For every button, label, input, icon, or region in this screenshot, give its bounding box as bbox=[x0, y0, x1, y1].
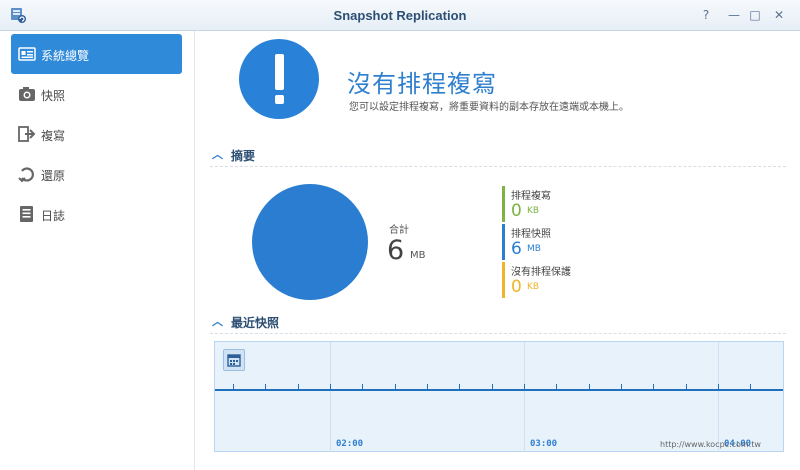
log-icon bbox=[20, 206, 33, 222]
watermark: http://www.kocpc.com.tw bbox=[660, 440, 761, 449]
timeline-gridline bbox=[524, 342, 525, 452]
usage-pie-chart bbox=[252, 184, 368, 300]
replication-icon bbox=[18, 126, 36, 142]
snapshot-timeline[interactable]: 02:00 03:00 04:00 bbox=[214, 341, 784, 452]
timeline-tick bbox=[395, 384, 396, 389]
recent-snapshots-section-header[interactable]: ︿ 最近快照 bbox=[210, 312, 786, 334]
total-unit: MB bbox=[410, 250, 426, 261]
sidebar-item-restore[interactable]: 還原 bbox=[11, 154, 182, 194]
timeline-tick bbox=[556, 384, 557, 389]
summary-section-header[interactable]: ︿ 摘要 bbox=[210, 145, 786, 167]
legend-unit: KB bbox=[527, 206, 540, 216]
window-titlebar: Snapshot Replication ? — □ ✕ bbox=[0, 0, 800, 31]
chevron-up-icon: ︿ bbox=[212, 148, 223, 161]
timeline-tick bbox=[427, 384, 428, 389]
restore-icon bbox=[18, 167, 34, 183]
total-label: 合計 bbox=[389, 225, 409, 236]
maximize-button[interactable]: □ bbox=[747, 7, 763, 23]
timeline-tick bbox=[330, 384, 331, 389]
legend-unit: KB bbox=[527, 282, 540, 292]
legend-unit: MB bbox=[527, 244, 541, 254]
legend-scheduled-replication: 排程複寫 0 KB bbox=[502, 186, 622, 222]
legend-value: 6 bbox=[511, 239, 522, 259]
timeline-tick bbox=[233, 384, 234, 389]
minimize-button[interactable]: — bbox=[726, 7, 742, 23]
sidebar: 系統總覽 快照 複寫 還原 日誌 bbox=[0, 31, 195, 470]
timeline-axis bbox=[215, 389, 783, 391]
sidebar-item-replication[interactable]: 複寫 bbox=[11, 114, 182, 154]
main-panel: 沒有排程複寫 您可以設定排程複寫，將重要資料的副本存放在遠端或本機上。 ︿ 摘要… bbox=[196, 31, 800, 470]
timeline-time-label: 02:00 bbox=[336, 439, 364, 449]
sidebar-item-label: 系統總覽 bbox=[41, 49, 90, 63]
timeline-tick bbox=[750, 384, 751, 389]
alert-icon bbox=[239, 39, 319, 119]
sidebar-item-label: 還原 bbox=[41, 169, 66, 183]
sidebar-item-label: 快照 bbox=[41, 89, 66, 103]
timeline-tick bbox=[718, 384, 719, 389]
timeline-tick bbox=[362, 384, 363, 389]
timeline-tick bbox=[298, 384, 299, 389]
timeline-gridline bbox=[330, 342, 331, 452]
camera-icon bbox=[19, 87, 35, 101]
sidebar-item-snapshot[interactable]: 快照 bbox=[11, 74, 182, 114]
status-headline: 沒有排程複寫 bbox=[347, 70, 497, 98]
legend-scheduled-snapshot: 排程快照 6 MB bbox=[502, 224, 622, 260]
timeline-gridline bbox=[718, 342, 719, 452]
legend-name: 沒有排程保護 bbox=[511, 267, 571, 278]
recent-header-label: 最近快照 bbox=[231, 316, 280, 330]
timeline-tick bbox=[653, 384, 654, 389]
timeline-tick bbox=[686, 384, 687, 389]
sidebar-item-label: 複寫 bbox=[41, 129, 66, 143]
overview-icon bbox=[18, 47, 36, 61]
sidebar-item-label: 日誌 bbox=[41, 209, 66, 223]
calendar-icon[interactable] bbox=[223, 349, 245, 371]
timeline-tick bbox=[265, 384, 266, 389]
legend-unprotected: 沒有排程保護 0 KB bbox=[502, 262, 622, 298]
total-value: 6 bbox=[387, 235, 405, 266]
timeline-tick bbox=[621, 384, 622, 389]
timeline-tick bbox=[459, 384, 460, 389]
summary-header-label: 摘要 bbox=[231, 149, 256, 163]
legend-name: 排程複寫 bbox=[511, 191, 551, 202]
sidebar-item-log[interactable]: 日誌 bbox=[11, 194, 182, 234]
sidebar-item-overview[interactable]: 系統總覽 bbox=[11, 34, 182, 74]
help-button[interactable]: ? bbox=[698, 7, 714, 23]
timeline-tick bbox=[589, 384, 590, 389]
status-description: 您可以設定排程複寫，將重要資料的副本存放在遠端或本機上。 bbox=[349, 102, 629, 113]
window-title: Snapshot Replication bbox=[333, 8, 467, 23]
timeline-tick bbox=[524, 384, 525, 389]
timeline-tick bbox=[492, 384, 493, 389]
close-button[interactable]: ✕ bbox=[771, 7, 787, 23]
timeline-time-label: 03:00 bbox=[530, 439, 558, 449]
legend-name: 排程快照 bbox=[511, 229, 551, 240]
chevron-up-icon: ︿ bbox=[212, 315, 223, 328]
legend-value: 0 bbox=[511, 277, 522, 297]
legend-value: 0 bbox=[511, 201, 522, 221]
